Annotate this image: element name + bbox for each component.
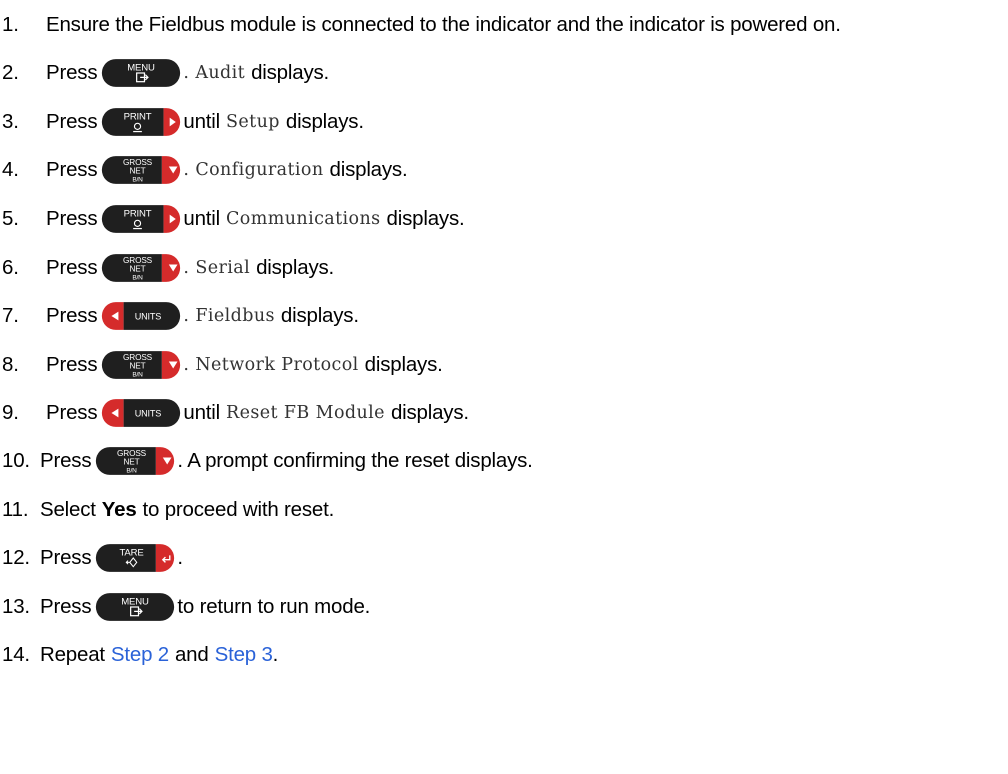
step-text-mid: until: [183, 401, 221, 424]
print-right-key-icon: [101, 204, 181, 234]
step-text-pre: Press: [40, 595, 92, 618]
step-text-mid: until: [183, 110, 221, 133]
step-text-post: displays.: [386, 207, 465, 230]
step-number: 13.: [2, 595, 30, 618]
step-number: 4.: [2, 158, 19, 181]
step-number: 2.: [2, 61, 19, 84]
step-text-post: displays.: [256, 256, 335, 279]
step-text-pre: Press: [40, 449, 92, 472]
step-3-link[interactable]: Step 3: [215, 643, 273, 667]
step-text: Ensure the Fieldbus module is connected …: [46, 13, 841, 36]
step-5: 5. Press until Communications displays.: [0, 199, 465, 239]
yes-option-text: Yes: [101, 498, 137, 521]
step-text-pre: Press: [46, 61, 98, 84]
step-text-post: . A prompt confirming the reset displays…: [177, 449, 533, 472]
step-number: 11.: [2, 498, 29, 521]
gross-net-down-key-icon: [95, 446, 175, 476]
display-code: Communications: [226, 209, 381, 229]
units-left-key-icon: [101, 301, 181, 331]
step-text-pre: Press: [46, 110, 98, 133]
step-number: 3.: [2, 110, 19, 133]
step-text-pre: Press: [46, 401, 98, 424]
step-11: 11. Select Yes to proceed with reset.: [0, 490, 334, 530]
gross-net-down-key-icon: [101, 350, 181, 380]
step-14: 14. Repeat Step 2 and Step 3 .: [0, 635, 278, 675]
step-text-and: and: [174, 643, 209, 666]
step-9: 9. Press until Reset FB Module displays.: [0, 393, 469, 433]
step-text-post: displays.: [251, 61, 330, 84]
step-text-pre: Press: [46, 207, 98, 230]
step-7: 7. Press . Fieldbus displays.: [0, 296, 359, 336]
step-text-post: displays.: [280, 304, 359, 327]
step-text-pre: Press: [46, 256, 98, 279]
step-text-pre: Press: [46, 304, 98, 327]
step-number: 6.: [2, 256, 19, 279]
gross-net-down-key-icon: [101, 155, 181, 185]
menu-key-icon: [95, 592, 175, 622]
display-code: Setup: [226, 112, 280, 132]
display-code: . Configuration: [183, 160, 324, 180]
step-2: 2. Press . Audit displays.: [0, 53, 329, 93]
step-number: 8.: [2, 353, 19, 376]
step-6: 6. Press . Serial displays.: [0, 248, 334, 288]
menu-key-icon: [101, 58, 181, 88]
step-text-pre: Press: [46, 158, 98, 181]
step-1: 1. Ensure the Fieldbus module is connect…: [0, 5, 841, 45]
step-text-end: .: [272, 643, 279, 666]
step-text-post: to return to run mode.: [177, 595, 371, 618]
step-text-mid: until: [183, 207, 221, 230]
steps-list: 1. Ensure the Fieldbus module is connect…: [0, 0, 1008, 774]
step-10: 10. Press . A prompt confirming the rese…: [0, 441, 533, 481]
step-text-pre: Press: [46, 353, 98, 376]
step-number: 9.: [2, 401, 19, 424]
step-12: 12. Press .: [0, 538, 183, 578]
step-8: 8. Press . Network Protocol displays.: [0, 345, 443, 385]
step-3: 3. Press until Setup displays.: [0, 102, 364, 142]
step-text-pre: Press: [40, 546, 92, 569]
step-text-pre: Select: [40, 498, 96, 521]
tare-enter-key-icon: [95, 543, 175, 573]
step-text-post: displays.: [364, 353, 443, 376]
step-number: 5.: [2, 207, 19, 230]
display-code: . Audit: [183, 63, 246, 83]
units-left-key-icon: [101, 398, 181, 428]
step-number: 14.: [2, 643, 30, 666]
step-text-post: to proceed with reset.: [142, 498, 335, 521]
gross-net-down-key-icon: [101, 253, 181, 283]
step-text-pre: Repeat: [40, 643, 105, 666]
step-number: 1.: [2, 13, 19, 36]
display-code: . Fieldbus: [183, 306, 275, 326]
print-right-key-icon: [101, 107, 181, 137]
display-code: . Serial: [183, 258, 251, 278]
step-2-link[interactable]: Step 2: [111, 643, 169, 667]
display-code: . Network Protocol: [183, 355, 359, 375]
step-number: 12.: [2, 546, 30, 569]
step-text-post: displays.: [329, 158, 408, 181]
step-text-post: .: [177, 546, 183, 569]
step-text-post: displays.: [285, 110, 364, 133]
step-number: 10.: [2, 449, 30, 472]
step-text-post: displays.: [390, 401, 469, 424]
step-4: 4. Press . Configuration displays.: [0, 150, 408, 190]
step-13: 13. Press to return to run mode.: [0, 587, 370, 627]
display-code: Reset FB Module: [226, 403, 385, 423]
step-number: 7.: [2, 304, 19, 327]
